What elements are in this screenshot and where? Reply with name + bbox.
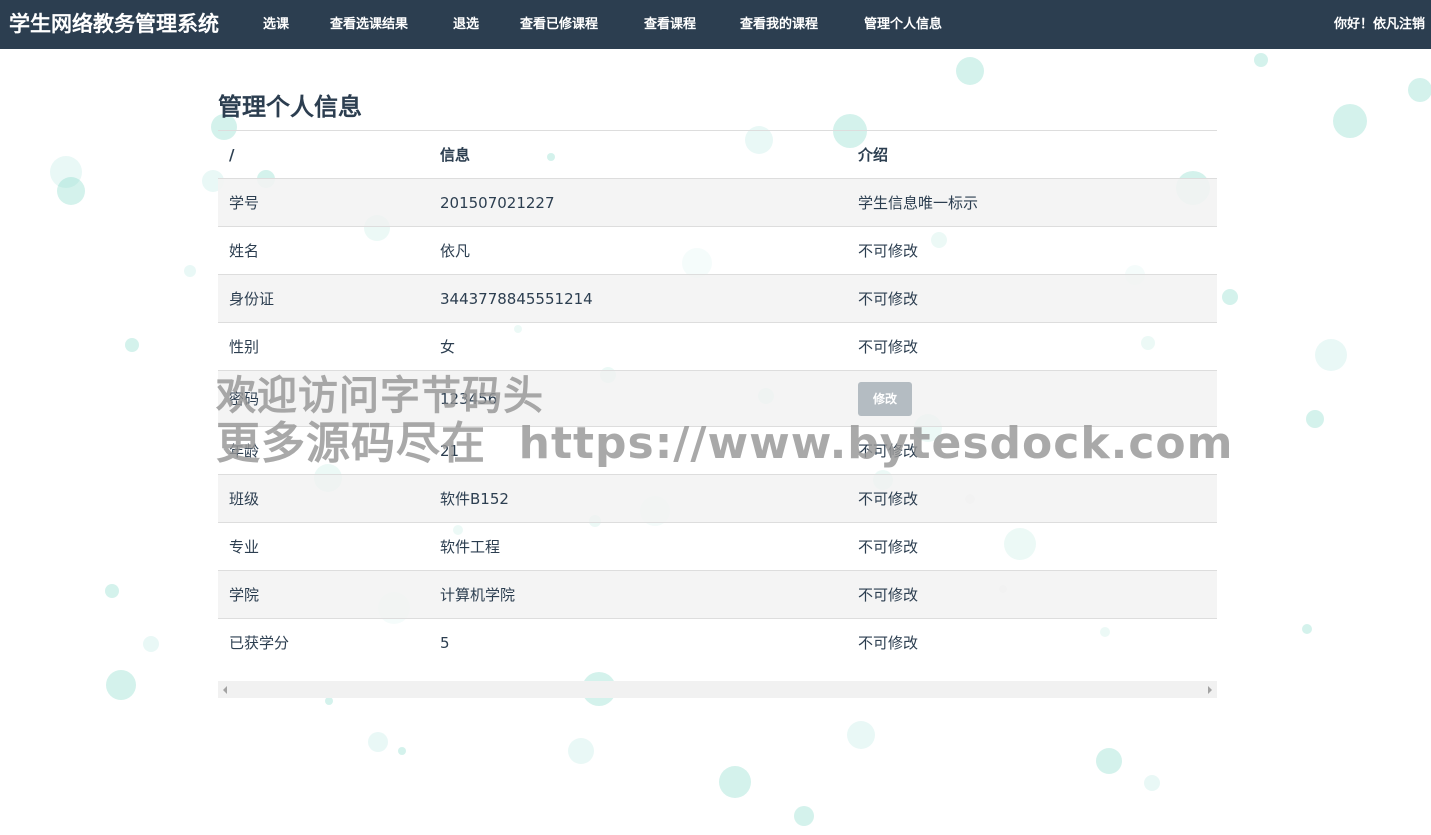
bubble xyxy=(847,721,875,749)
table-row-credits: 已获学分 5 不可修改 xyxy=(218,618,1217,667)
row-value: 21 xyxy=(429,426,847,475)
profile-table-container: / 信息 介绍 学号 201507021227 学生信息唯一标示 姓名 依凡 不… xyxy=(218,130,1217,667)
row-value: 123456 xyxy=(429,370,847,427)
bubble xyxy=(1222,289,1238,305)
bubble xyxy=(125,338,139,352)
user-greeting: 你好！依凡 xyxy=(1333,17,1399,32)
row-value: 依凡 xyxy=(429,226,847,275)
row-note: 不可修改 xyxy=(847,618,1217,667)
row-value: 201507021227 xyxy=(429,178,847,227)
nav-select-course[interactable]: 选课 xyxy=(263,0,289,49)
bubble xyxy=(1333,104,1367,138)
bubble xyxy=(105,584,119,598)
row-field-label: 身份证 xyxy=(218,274,429,323)
table-row-id-card: 身份证 3443778845551214 不可修改 xyxy=(218,274,1217,323)
column-header-description: 介绍 xyxy=(847,130,1217,179)
bubble xyxy=(568,738,594,764)
page-title: 管理个人信息 xyxy=(218,93,362,121)
table-header-row: / 信息 介绍 xyxy=(218,130,1217,179)
bubble xyxy=(794,806,814,826)
row-note: 不可修改 xyxy=(847,570,1217,619)
table-row-class: 班级 软件B152 不可修改 xyxy=(218,474,1217,523)
row-note: 不可修改 xyxy=(847,522,1217,571)
nav-manage-profile[interactable]: 管理个人信息 xyxy=(864,0,942,49)
bubble xyxy=(106,670,136,700)
profile-table: / 信息 介绍 学号 201507021227 学生信息唯一标示 姓名 依凡 不… xyxy=(218,130,1217,667)
logout-link[interactable]: 注销 xyxy=(1399,17,1425,32)
bubble xyxy=(1302,624,1312,634)
row-value: 女 xyxy=(429,322,847,371)
bubble xyxy=(184,265,196,277)
edit-password-button[interactable]: 修改 xyxy=(858,381,912,416)
bubble xyxy=(1144,775,1160,791)
row-note: 不可修改 xyxy=(847,426,1217,475)
column-header-field: / xyxy=(218,130,429,179)
table-row-college: 学院 计算机学院 不可修改 xyxy=(218,570,1217,619)
row-action-cell: 修改 xyxy=(847,370,1217,427)
user-area: 你好！依凡注销 xyxy=(1334,0,1425,49)
table-row-age: 年龄 21 不可修改 xyxy=(218,426,1217,475)
row-note: 不可修改 xyxy=(847,474,1217,523)
row-note: 不可修改 xyxy=(847,274,1217,323)
bubble xyxy=(956,57,984,85)
row-value: 软件工程 xyxy=(429,522,847,571)
table-row-major: 专业 软件工程 不可修改 xyxy=(218,522,1217,571)
row-field-label: 性别 xyxy=(218,322,429,371)
row-note: 学生信息唯一标示 xyxy=(847,178,1217,227)
bubble xyxy=(143,636,159,652)
row-field-label: 班级 xyxy=(218,474,429,523)
row-note: 不可修改 xyxy=(847,226,1217,275)
bubble xyxy=(1096,748,1122,774)
nav-view-selection-result[interactable]: 查看选课结果 xyxy=(330,0,408,49)
bubble xyxy=(50,156,82,188)
table-row-name: 姓名 依凡 不可修改 xyxy=(218,226,1217,275)
bubble xyxy=(719,766,751,798)
bubble xyxy=(1315,339,1347,371)
row-value: 5 xyxy=(429,618,847,667)
row-field-label: 密码 xyxy=(218,370,429,427)
app-brand[interactable]: 学生网络教务管理系统 xyxy=(9,0,219,49)
nav-completed-courses[interactable]: 查看已修课程 xyxy=(520,0,598,49)
row-field-label: 年龄 xyxy=(218,426,429,475)
row-field-label: 学院 xyxy=(218,570,429,619)
nav-drop-course[interactable]: 退选 xyxy=(453,0,479,49)
bubble xyxy=(1408,78,1431,102)
scroll-left-arrow-icon[interactable] xyxy=(223,686,227,694)
row-value: 软件B152 xyxy=(429,474,847,523)
table-row-password: 密码 123456 修改 xyxy=(218,370,1217,427)
row-field-label: 专业 xyxy=(218,522,429,571)
scroll-right-arrow-icon[interactable] xyxy=(1208,686,1212,694)
nav-view-courses[interactable]: 查看课程 xyxy=(644,0,696,49)
table-row-student-id: 学号 201507021227 学生信息唯一标示 xyxy=(218,178,1217,227)
row-field-label: 学号 xyxy=(218,178,429,227)
bubble xyxy=(398,747,406,755)
row-value: 计算机学院 xyxy=(429,570,847,619)
bubble xyxy=(57,177,85,205)
row-note: 不可修改 xyxy=(847,322,1217,371)
table-row-gender: 性别 女 不可修改 xyxy=(218,322,1217,371)
bubble xyxy=(1254,53,1268,67)
nav-my-courses[interactable]: 查看我的课程 xyxy=(740,0,818,49)
top-navbar: 学生网络教务管理系统 选课 查看选课结果 退选 查看已修课程 查看课程 查看我的… xyxy=(0,0,1431,49)
column-header-info: 信息 xyxy=(429,130,847,179)
row-field-label: 已获学分 xyxy=(218,618,429,667)
row-field-label: 姓名 xyxy=(218,226,429,275)
bubble xyxy=(1306,410,1324,428)
bubble xyxy=(368,732,388,752)
row-value: 3443778845551214 xyxy=(429,274,847,323)
bubble xyxy=(325,697,333,705)
horizontal-scrollbar[interactable] xyxy=(218,681,1217,698)
